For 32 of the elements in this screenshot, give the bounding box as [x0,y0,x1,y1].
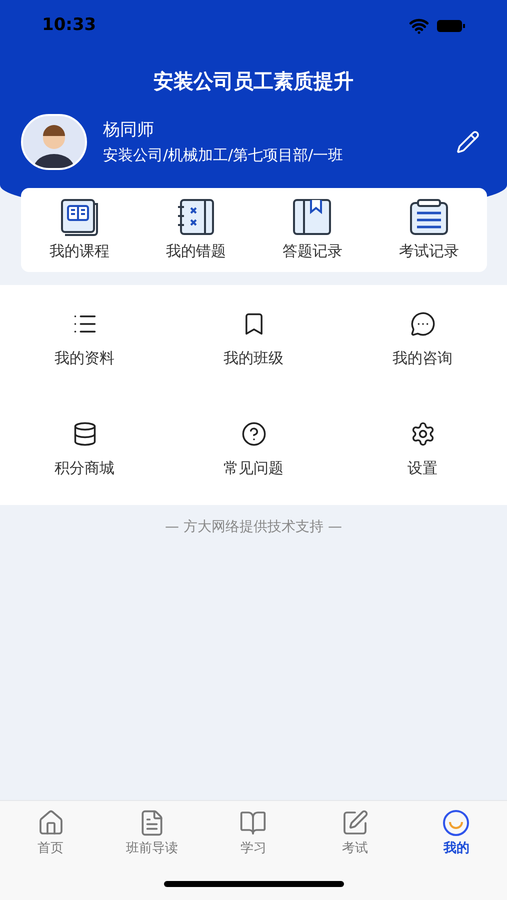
status-time: 10:33 [42,14,96,38]
shortcut-item[interactable]: 我的课程 [21,198,138,262]
chat-icon [410,310,436,337]
clipboard-icon [408,198,450,236]
menu-item[interactable]: 我的咨询 [338,285,507,395]
footer-text: — 方大网络提供技术支持 — [165,518,342,537]
smile-icon [442,809,470,837]
menu-item[interactable]: 我的班级 [169,285,338,395]
user-name: 杨同师 [103,119,155,142]
battery-icon [437,19,465,33]
app-title: 安装公司员工素质提升 [154,68,354,95]
tab-item[interactable]: 学习 [202,809,304,858]
wifi-icon [409,16,429,36]
book-icon [239,809,268,837]
menu-item[interactable]: 设置 [338,395,507,505]
home-icon [36,809,65,837]
shortcut-item[interactable]: 考试记录 [370,198,487,262]
tab-item[interactable]: 我的 [406,809,507,858]
shortcut-item[interactable]: 答题记录 [254,198,370,262]
menu-item[interactable]: 我的资料 [0,285,169,395]
pen-square-icon [340,809,369,837]
menu-item[interactable]: 常见问题 [169,395,338,505]
tab-item[interactable]: 班前导读 [101,809,203,858]
user-department: 安装公司/机械加工/第七项目部/一班 [103,144,344,166]
shortcut-item[interactable]: 我的错题 [138,198,254,262]
bookmark-book-icon [291,198,334,236]
tab-item[interactable]: 首页 [0,809,102,858]
help-icon [240,420,266,447]
book-icon [58,198,100,236]
tab-item[interactable]: 考试 [304,809,406,858]
settings-icon [410,420,436,447]
menu-item[interactable]: 积分商城 [0,395,169,505]
